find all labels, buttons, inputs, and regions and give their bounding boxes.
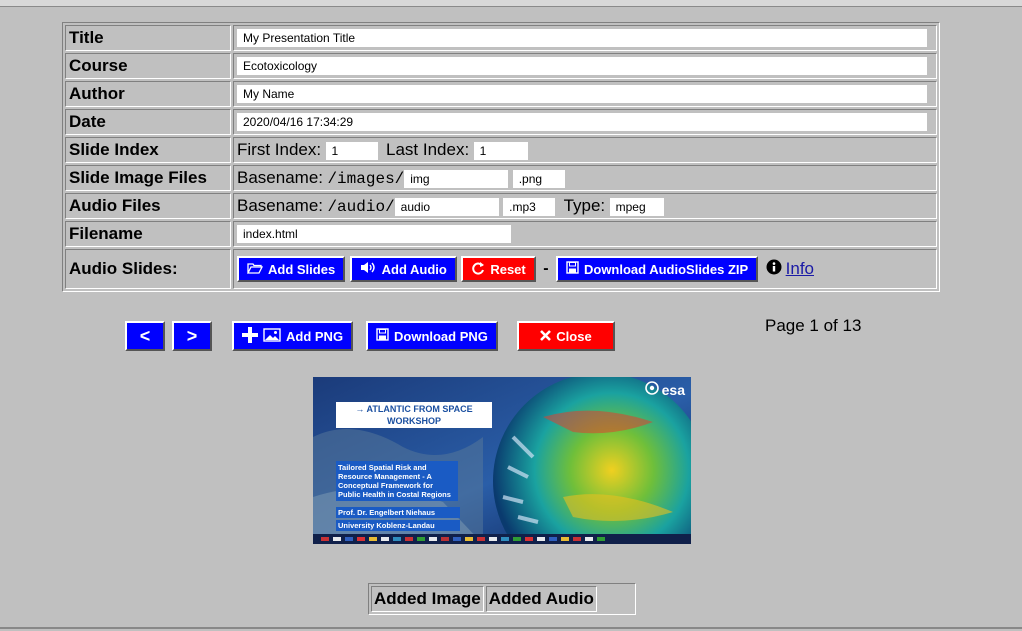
added-image-header: Added Image <box>371 586 484 612</box>
results-table: Added Image Added Audio <box>368 583 636 615</box>
date-row: Date <box>65 109 937 135</box>
filename-input[interactable] <box>237 224 511 243</box>
last-index-label: Last Index: <box>386 140 470 159</box>
folder-open-icon <box>246 262 264 277</box>
esa-logo-icon <box>644 381 659 398</box>
audio-files-row: Audio Files Basename: /audio/ Type: <box>65 193 937 219</box>
next-page-button[interactable]: > <box>172 321 212 351</box>
save-icon <box>376 328 389 344</box>
audio-slides-row: Audio Slides: Add Slides Add Audio Reset… <box>65 249 937 289</box>
author-input[interactable] <box>237 84 927 103</box>
added-audio-header: Added Audio <box>485 586 597 612</box>
info-icon <box>766 259 782 280</box>
volume-icon <box>360 261 377 277</box>
slide-preview: esa → ATLANTIC FROM SPACE WORKSHOP Tailo… <box>313 377 691 544</box>
slide-image-files-label: Slide Image Files <box>65 165 231 191</box>
page-indicator: Page 1 of 13 <box>765 316 862 335</box>
audio-basename-input[interactable] <box>394 197 499 216</box>
slide-affiliation: University Koblenz-Landau <box>336 520 460 531</box>
esa-logo: esa <box>644 381 685 398</box>
author-label: Author <box>65 81 231 107</box>
slide-index-row: Slide Index First Index: Last Index: <box>65 137 937 163</box>
audio-type-input[interactable] <box>609 197 664 216</box>
author-row: Author <box>65 81 937 107</box>
filename-row: Filename <box>65 221 937 247</box>
add-slides-button[interactable]: Add Slides <box>237 256 346 282</box>
audio-basepath: /audio/ <box>327 198 395 216</box>
slide-index-label: Slide Index <box>65 137 231 163</box>
chevron-right-icon: > <box>186 325 198 346</box>
image-icon <box>263 327 281 345</box>
info-link[interactable]: Info <box>786 259 814 279</box>
close-button[interactable]: Close <box>517 321 615 351</box>
image-extension-input[interactable] <box>512 169 565 188</box>
separator: - <box>543 260 549 277</box>
date-label: Date <box>65 109 231 135</box>
previous-page-button[interactable]: < <box>125 321 165 351</box>
bottom-divider <box>0 627 1022 629</box>
course-label: Course <box>65 53 231 79</box>
plus-icon <box>242 326 258 346</box>
course-row: Course <box>65 53 937 79</box>
first-index-input[interactable] <box>325 141 378 160</box>
presentation-settings-form: Title Course Author Date Slide Index Fir… <box>62 22 940 292</box>
image-basepath: /images/ <box>327 170 405 188</box>
title-row: Title <box>65 25 937 51</box>
refresh-icon <box>471 261 485 278</box>
slide-event-title: → ATLANTIC FROM SPACE WORKSHOP <box>336 402 492 428</box>
audio-extension-input[interactable] <box>503 197 556 216</box>
slide-speaker: Prof. Dr. Engelbert Niehaus <box>336 507 460 518</box>
audio-type-label: Type: <box>563 196 606 215</box>
title-label: Title <box>65 25 231 51</box>
save-icon <box>566 261 579 277</box>
audio-slides-label: Audio Slides: <box>65 249 231 289</box>
last-index-input[interactable] <box>473 141 528 160</box>
audio-files-label: Audio Files <box>65 193 231 219</box>
top-edge <box>0 0 1022 7</box>
download-zip-button[interactable]: Download AudioSlides ZIP <box>555 256 759 282</box>
image-basename-input[interactable] <box>404 169 509 188</box>
course-input[interactable] <box>237 56 927 75</box>
download-png-button[interactable]: Download PNG <box>366 321 498 351</box>
add-png-button[interactable]: Add PNG <box>232 321 354 351</box>
reset-button[interactable]: Reset <box>461 256 536 282</box>
add-audio-button[interactable]: Add Audio <box>349 256 457 282</box>
first-index-label: First Index: <box>237 140 322 159</box>
audio-basename-label: Basename: <box>237 196 323 215</box>
slide-image-files-row: Slide Image Files Basename: /images/ <box>65 165 937 191</box>
filename-label: Filename <box>65 221 231 247</box>
slide-talk-title: Tailored Spatial Risk and Resource Manag… <box>336 461 458 501</box>
date-input[interactable] <box>237 112 927 131</box>
close-icon <box>540 329 552 344</box>
image-basename-label: Basename: <box>237 168 323 187</box>
title-input[interactable] <box>237 28 927 47</box>
chevron-left-icon: < <box>139 325 151 346</box>
